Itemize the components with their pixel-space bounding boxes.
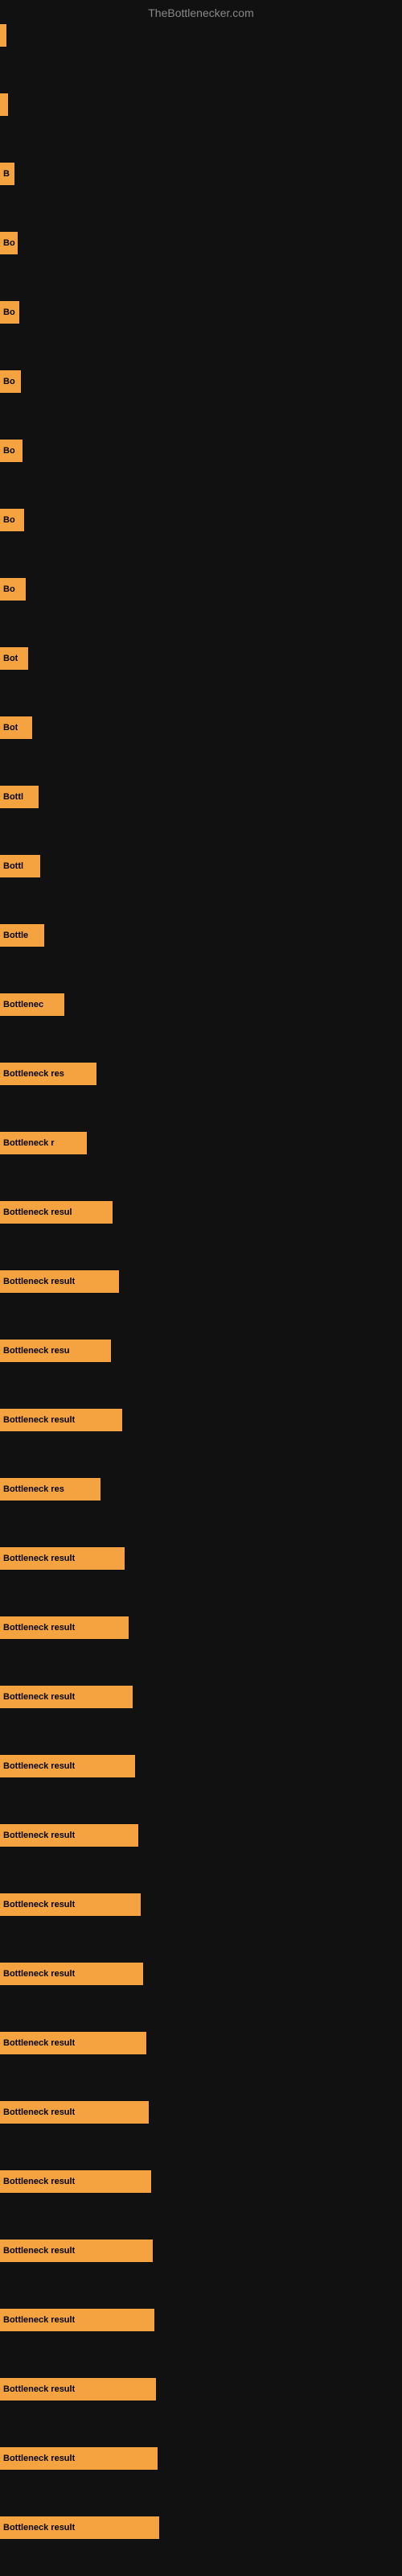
bar-label-30: Bottleneck result bbox=[3, 2107, 75, 2117]
bar-row-29: Bottleneck result bbox=[0, 2032, 146, 2054]
bar-row-4: Bo bbox=[0, 301, 19, 324]
bar-row-23: Bottleneck result bbox=[0, 1616, 129, 1639]
bar-row-27: Bottleneck result bbox=[0, 1893, 141, 1916]
site-title: TheBottlenecker.com bbox=[0, 0, 402, 23]
bar-label-3: Bo bbox=[3, 238, 15, 248]
bar-label-12: Bottl bbox=[3, 861, 23, 871]
bar-row-17: Bottleneck resul bbox=[0, 1201, 113, 1224]
bar-row-31: Bottleneck result bbox=[0, 2170, 151, 2193]
bar-label-17: Bottleneck resul bbox=[3, 1208, 72, 1217]
bar-row-24: Bottleneck result bbox=[0, 1686, 133, 1708]
bar-label-5: Bo bbox=[3, 377, 15, 386]
bar-row-25: Bottleneck result bbox=[0, 1755, 135, 1777]
bar-row-35: Bottleneck result bbox=[0, 2447, 158, 2470]
bar-label-28: Bottleneck result bbox=[3, 1969, 75, 1979]
bar-row-30: Bottleneck result bbox=[0, 2101, 149, 2124]
bar-row-21: Bottleneck res bbox=[0, 1478, 100, 1501]
bar-label-11: Bottl bbox=[3, 792, 23, 802]
bar-label-29: Bottleneck result bbox=[3, 2038, 75, 2048]
bar-row-8: Bo bbox=[0, 578, 26, 601]
bar-label-31: Bottleneck result bbox=[3, 2177, 75, 2186]
bar-row-3: Bo bbox=[0, 232, 18, 254]
bar-row-11: Bottl bbox=[0, 786, 39, 808]
bar-label-18: Bottleneck result bbox=[3, 1277, 75, 1286]
bar-label-35: Bottleneck result bbox=[3, 2454, 75, 2463]
bar-label-34: Bottleneck result bbox=[3, 2384, 75, 2394]
bar-label-21: Bottleneck res bbox=[3, 1484, 64, 1494]
bar-row-0 bbox=[0, 24, 6, 47]
bar-row-22: Bottleneck result bbox=[0, 1547, 125, 1570]
bar-row-15: Bottleneck res bbox=[0, 1063, 96, 1085]
bar-row-9: Bot bbox=[0, 647, 28, 670]
bar-label-6: Bo bbox=[3, 446, 15, 456]
bar-row-13: Bottle bbox=[0, 924, 44, 947]
bar-row-12: Bottl bbox=[0, 855, 40, 877]
bar-label-23: Bottleneck result bbox=[3, 1623, 75, 1633]
bar-label-4: Bo bbox=[3, 308, 15, 317]
bar-row-36: Bottleneck result bbox=[0, 2516, 159, 2539]
bar-row-5: Bo bbox=[0, 370, 21, 393]
bar-row-6: Bo bbox=[0, 440, 23, 462]
bar-row-1 bbox=[0, 93, 8, 116]
bar-label-8: Bo bbox=[3, 584, 15, 594]
bar-row-2: B bbox=[0, 163, 14, 185]
bar-row-34: Bottleneck result bbox=[0, 2378, 156, 2401]
bar-label-10: Bot bbox=[3, 723, 18, 733]
bar-label-7: Bo bbox=[3, 515, 15, 525]
bar-label-14: Bottlenec bbox=[3, 1000, 43, 1009]
bar-label-22: Bottleneck result bbox=[3, 1554, 75, 1563]
bar-label-13: Bottle bbox=[3, 931, 28, 940]
bar-label-19: Bottleneck resu bbox=[3, 1346, 70, 1356]
bar-label-9: Bot bbox=[3, 654, 18, 663]
bar-row-19: Bottleneck resu bbox=[0, 1340, 111, 1362]
bar-label-20: Bottleneck result bbox=[3, 1415, 75, 1425]
bar-label-16: Bottleneck r bbox=[3, 1138, 55, 1148]
bar-row-18: Bottleneck result bbox=[0, 1270, 119, 1293]
bar-label-26: Bottleneck result bbox=[3, 1831, 75, 1840]
bar-row-16: Bottleneck r bbox=[0, 1132, 87, 1154]
bar-label-33: Bottleneck result bbox=[3, 2315, 75, 2325]
bar-row-10: Bot bbox=[0, 716, 32, 739]
bar-label-2: B bbox=[3, 169, 10, 179]
bar-label-24: Bottleneck result bbox=[3, 1692, 75, 1702]
bar-label-36: Bottleneck result bbox=[3, 2523, 75, 2533]
bar-row-20: Bottleneck result bbox=[0, 1409, 122, 1431]
bar-label-27: Bottleneck result bbox=[3, 1900, 75, 1909]
bar-row-32: Bottleneck result bbox=[0, 2240, 153, 2262]
bar-label-32: Bottleneck result bbox=[3, 2246, 75, 2256]
bar-label-15: Bottleneck res bbox=[3, 1069, 64, 1079]
bar-label-25: Bottleneck result bbox=[3, 1761, 75, 1771]
bar-row-14: Bottlenec bbox=[0, 993, 64, 1016]
bar-row-26: Bottleneck result bbox=[0, 1824, 138, 1847]
bar-row-7: Bo bbox=[0, 509, 24, 531]
bar-row-33: Bottleneck result bbox=[0, 2309, 154, 2331]
bars-container: B Bo Bo Bo Bo Bo Bo Bot Bot Bottl Bottl Bottle Bottl… bbox=[0, 24, 402, 2539]
bar-row-28: Bottleneck result bbox=[0, 1963, 143, 1985]
